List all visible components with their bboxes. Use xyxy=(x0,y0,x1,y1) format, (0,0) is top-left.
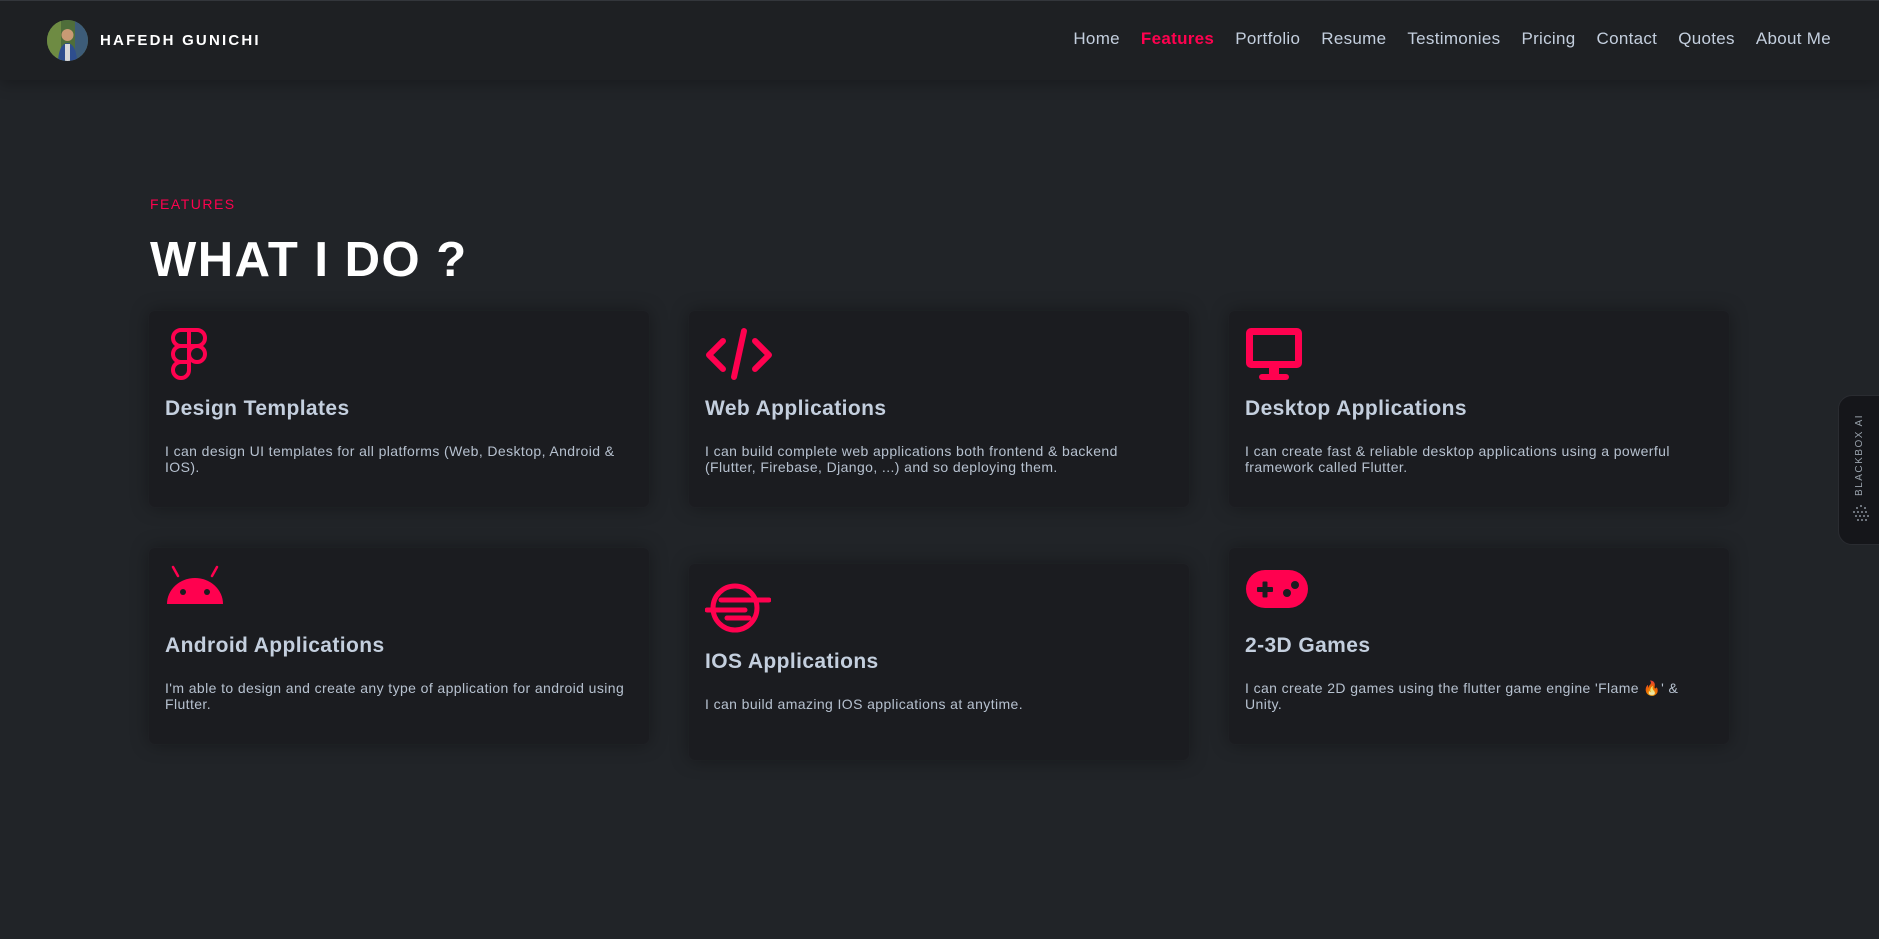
card-title: Web Applications xyxy=(705,397,887,420)
nav-about-me[interactable]: About Me xyxy=(1756,29,1831,49)
card-title: Android Applications xyxy=(165,634,385,657)
desktop-icon xyxy=(1246,328,1302,380)
brand[interactable]: HAFEDH GUNICHI xyxy=(47,20,261,61)
card-title: Desktop Applications xyxy=(1245,397,1467,420)
section-title: WHAT I DO ? xyxy=(150,233,468,287)
nav-features[interactable]: Features xyxy=(1141,29,1214,49)
nav-portfolio[interactable]: Portfolio xyxy=(1235,29,1300,49)
card-title: Design Templates xyxy=(165,397,350,420)
nav-resume[interactable]: Resume xyxy=(1321,29,1386,49)
card-description: I can create 2D games using the flutter … xyxy=(1245,680,1679,712)
ios-icon xyxy=(705,583,771,633)
feature-card-web-applications: Web Applications I can build complete we… xyxy=(689,311,1189,507)
main-nav: Home Features Portfolio Resume Testimoni… xyxy=(1052,29,1831,49)
card-description: I can build complete web applications bo… xyxy=(705,443,1118,475)
blackbox-ai-widget[interactable]: BLACKBOX AI xyxy=(1838,395,1879,545)
widget-label: BLACKBOX AI xyxy=(1854,413,1865,496)
feature-card-games: 2-3D Games I can create 2D games using t… xyxy=(1229,548,1729,744)
card-title: 2-3D Games xyxy=(1245,634,1371,657)
feature-card-desktop-applications: Desktop Applications I can create fast &… xyxy=(1229,311,1729,507)
feature-card-ios-applications: IOS Applications I can build amazing IOS… xyxy=(689,564,1189,760)
feature-card-design-templates: Design Templates I can design UI templat… xyxy=(149,311,649,507)
nav-pricing[interactable]: Pricing xyxy=(1521,29,1575,49)
feature-card-android-applications: Android Applications I'm able to design … xyxy=(149,548,649,744)
card-description: I can build amazing IOS applications at … xyxy=(705,696,1024,712)
card-title: IOS Applications xyxy=(705,650,879,673)
nav-home[interactable]: Home xyxy=(1073,29,1120,49)
figma-icon xyxy=(171,328,207,380)
gamepad-icon xyxy=(1246,570,1308,608)
android-icon xyxy=(167,565,223,604)
card-description: I can create fast & reliable desktop app… xyxy=(1245,443,1670,475)
nav-quotes[interactable]: Quotes xyxy=(1678,29,1735,49)
navbar: HAFEDH GUNICHI Home Features Portfolio R… xyxy=(0,0,1879,80)
blackbox-logo-icon xyxy=(1853,505,1869,521)
brand-name: HAFEDH GUNICHI xyxy=(100,32,261,49)
avatar xyxy=(47,20,88,61)
section-subtitle: FEATURES xyxy=(150,196,236,212)
code-icon xyxy=(706,328,772,380)
nav-contact[interactable]: Contact xyxy=(1597,29,1658,49)
nav-testimonies[interactable]: Testimonies xyxy=(1407,29,1500,49)
card-description: I can design UI templates for all platfo… xyxy=(165,443,615,475)
card-description: I'm able to design and create any type o… xyxy=(165,680,625,712)
